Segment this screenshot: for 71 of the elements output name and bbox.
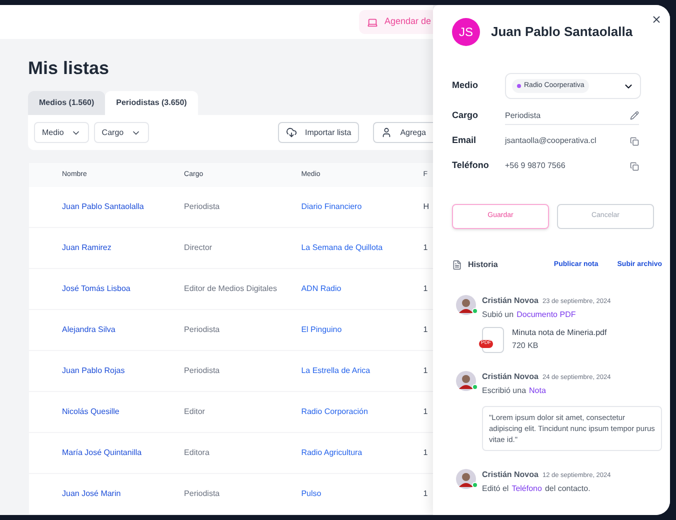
contact-link[interactable]: Alejandra Silva [29, 324, 184, 336]
entry-link[interactable]: Nota [529, 385, 546, 397]
tab[interactable]: Medios (1.560) [28, 91, 106, 115]
media-link[interactable]: Radio Agricultura [301, 447, 424, 459]
laptop-icon [367, 16, 378, 28]
table-cell-text: Editora [184, 447, 210, 459]
field-value: Periodista [505, 110, 541, 122]
table-cell-text: 1 [423, 406, 429, 418]
table-cell-text: Editor de Medios Digitales [184, 283, 278, 295]
user-name: Cristián Novoa [482, 469, 538, 481]
entry-action: del contacto. [544, 483, 590, 495]
contact-name: Juan Pablo Santaolalla [491, 23, 633, 42]
copy-icon[interactable] [630, 162, 639, 170]
media-link[interactable]: Pulso [301, 488, 424, 500]
cloud-download-icon [286, 127, 297, 138]
table-cell-text: Periodista [184, 201, 221, 213]
pencil-icon[interactable] [630, 111, 639, 120]
table-cell-text: Director [184, 242, 214, 254]
table-cell-text: H [423, 201, 430, 213]
media-link[interactable]: El Pinguino [301, 324, 424, 336]
contact-link[interactable]: Juan Ramirez [29, 242, 184, 254]
table-cell-text: 1 [423, 324, 429, 336]
table-cell-text: Editor [184, 406, 206, 418]
page-title: Mis listas [28, 57, 110, 79]
document-icon [452, 260, 462, 270]
field-value: +56 9 9870 7566 [505, 160, 566, 172]
contact-link[interactable]: María José Quintanilla [29, 447, 184, 459]
contact-link[interactable]: Juan Pablo Santaolalla [29, 201, 184, 213]
entry-action: Editó el [482, 483, 509, 495]
media-link[interactable]: ADN Radio [301, 283, 424, 295]
field-label: Teléfono [452, 159, 490, 172]
avatar-initials: JS [452, 18, 480, 46]
table-cell-text: Periodista [184, 488, 221, 500]
entry-action: Escribió una [482, 385, 526, 397]
contact-link[interactable]: José Tomás Lisboa [29, 283, 184, 295]
contact-link[interactable]: Juan Pablo Rojas [29, 365, 184, 377]
filter-dropdown[interactable]: Cargo [94, 122, 149, 143]
import-button[interactable]: Importar lista [278, 122, 360, 143]
field-label: Email [452, 134, 478, 148]
table-cell-text: 1 [423, 283, 429, 295]
file-name: Minuta nota de Mineria.pdf [512, 327, 607, 339]
user-name: Cristián Novoa [482, 371, 538, 383]
field-value: jsantaolla@cooperativa.cl [505, 135, 596, 147]
history-title: Historia [468, 259, 498, 271]
media-link[interactable]: Diario Financiero [301, 201, 424, 213]
media-link[interactable]: La Estrella de Arica [301, 365, 424, 377]
table-cell-text: 1 [423, 447, 429, 459]
contact-link[interactable]: Nicolás Quesille [29, 406, 184, 418]
entry-link[interactable]: Teléfono [512, 483, 542, 495]
entry-link[interactable]: Documento PDF [516, 309, 576, 321]
media-link[interactable]: Radio Corporación [301, 406, 424, 418]
entry-action: Subió un [482, 309, 514, 321]
media-link[interactable]: La Semana de Quillota [301, 242, 424, 254]
close-icon[interactable] [651, 14, 662, 25]
avatar [456, 295, 476, 315]
tab[interactable]: Periodistas (3.650) [105, 91, 198, 115]
table-cell-text: Periodista [184, 365, 221, 377]
table-cell-text: 1 [423, 488, 429, 500]
copy-icon[interactable] [630, 136, 639, 146]
field-label: Medio [452, 79, 479, 92]
user-name: Cristián Novoa [482, 295, 538, 307]
field-label: Cargo [452, 109, 480, 122]
user-icon [381, 127, 392, 138]
table-cell-text: 1 [423, 242, 429, 254]
table-cell-text: 1 [423, 365, 429, 377]
filter-dropdown[interactable]: Medio [34, 122, 89, 143]
table-cell-text: Periodista [184, 324, 221, 336]
avatar [456, 371, 476, 391]
file-size: 720 KB [512, 340, 540, 352]
contact-link[interactable]: Juan José Marin [29, 488, 184, 500]
avatar [456, 469, 476, 489]
